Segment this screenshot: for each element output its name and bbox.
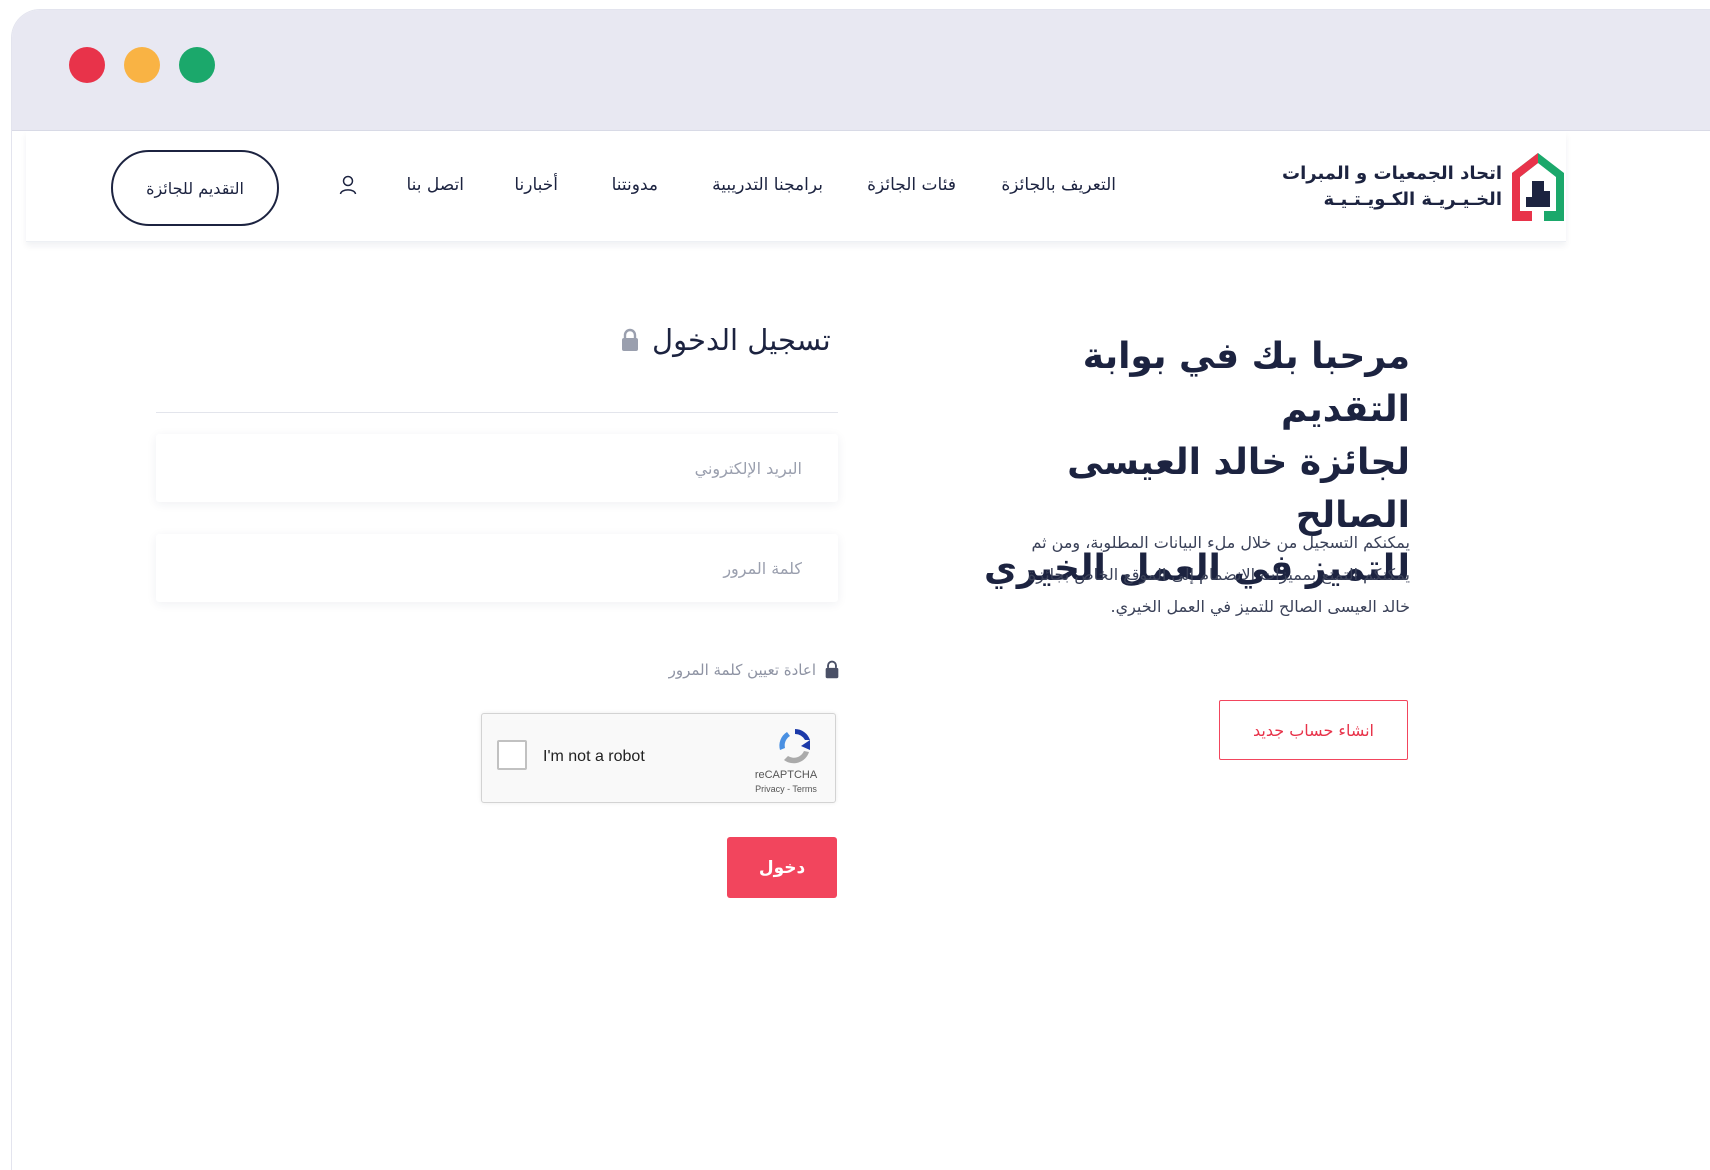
password-input[interactable] <box>156 534 838 602</box>
email-field[interactable] <box>156 434 838 502</box>
recaptcha-brand: reCAPTCHA <box>754 769 818 781</box>
email-input[interactable] <box>156 434 838 502</box>
password-field[interactable] <box>156 534 838 602</box>
site-header: اتحاد الجمعيات و المبرات الخـيـريـة الكـ… <box>26 131 1566 242</box>
login-heading: تسجيل الدخول <box>620 323 850 357</box>
logo-text-line2: الخـيـريـة الكـويـتـيـة <box>1323 189 1502 210</box>
login-heading-text: تسجيل الدخول <box>652 323 831 357</box>
nav-item-about-award[interactable]: التعريف بالجائزة <box>1001 175 1116 195</box>
minimize-window-button[interactable] <box>124 47 160 83</box>
maximize-window-button[interactable] <box>179 47 215 83</box>
apply-award-button[interactable]: التقديم للجائزة <box>111 150 279 226</box>
union-logo-icon <box>1512 153 1564 221</box>
login-submit-button[interactable]: دخول <box>727 837 837 898</box>
close-window-button[interactable] <box>69 47 105 83</box>
recaptcha-logo-icon <box>779 729 810 764</box>
user-icon[interactable] <box>339 175 357 195</box>
recaptcha-checkbox[interactable] <box>497 740 527 770</box>
hero-title-line1: مرحبا بك في بوابة التقديم <box>1082 336 1410 430</box>
reset-password-label: اعادة تعيين كلمة المرور <box>668 660 816 679</box>
login-divider <box>156 412 838 413</box>
recaptcha-widget: I'm not a robot reCAPTCHA Privacy - Term… <box>481 713 836 803</box>
lock-icon <box>825 660 839 679</box>
recaptcha-privacy-terms-link[interactable]: Privacy - Terms <box>749 784 823 794</box>
recaptcha-label: I'm not a robot <box>543 748 645 765</box>
nav-item-award-categories[interactable]: فئات الجائزة <box>867 175 956 195</box>
lock-icon <box>622 328 638 351</box>
nav-item-training-programs[interactable]: برامجنا التدريبية <box>712 175 823 195</box>
reset-password-link[interactable]: اعادة تعيين كلمة المرور <box>620 660 840 679</box>
site-logo[interactable]: اتحاد الجمعيات و المبرات الخـيـريـة الكـ… <box>1282 151 1566 223</box>
nav-item-contact[interactable]: اتصل بنا <box>406 175 464 195</box>
nav-item-news[interactable]: أخبارنا <box>514 175 558 195</box>
create-account-button[interactable]: انشاء حساب جديد <box>1219 700 1408 760</box>
window-titlebar <box>12 10 1710 131</box>
logo-text-line1: اتحاد الجمعيات و المبرات <box>1281 163 1502 184</box>
hero-description: يمكنكم التسجيل من خلال ملء البيانات المط… <box>1027 533 1410 616</box>
nav-item-blog[interactable]: مدونتنا <box>612 175 658 195</box>
